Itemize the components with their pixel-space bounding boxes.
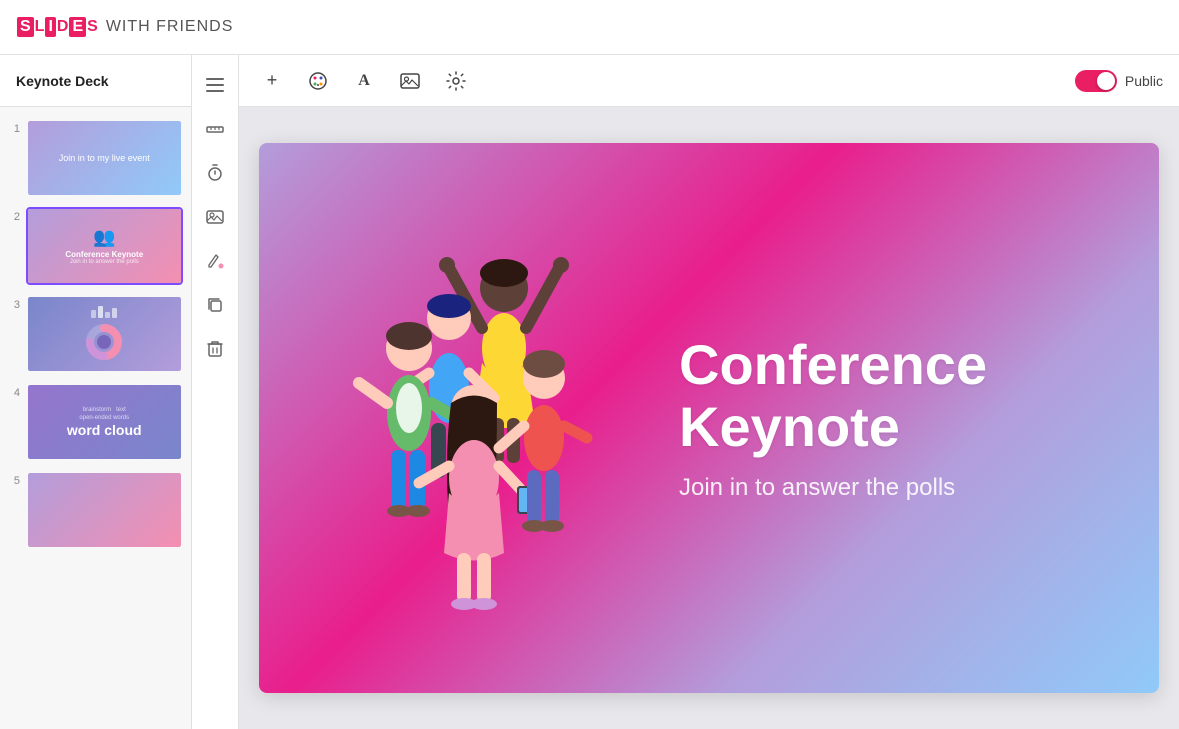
- slide-2-content: 👥 Conference Keynote Join in to answer t…: [28, 209, 181, 283]
- public-label: Public: [1125, 73, 1163, 89]
- slide-thumb-3[interactable]: [26, 295, 183, 373]
- deck-title: Keynote Deck: [0, 55, 191, 107]
- thumb-inner-2: 👥 Conference Keynote Join in to answer t…: [28, 209, 181, 283]
- content-area: + A: [239, 55, 1179, 729]
- slide-number-2: 2: [8, 211, 20, 223]
- logo-l: L: [35, 18, 45, 36]
- deck-sidebar: Keynote Deck 1 Join in to my live event …: [0, 55, 192, 729]
- fill-icon[interactable]: [197, 243, 233, 279]
- slide-canvas-area: Conference Keynote Join in to answer the…: [239, 107, 1179, 729]
- thumb-inner-5: [28, 473, 181, 547]
- slide-3-content: [28, 297, 181, 371]
- hamburger-icon[interactable]: [197, 67, 233, 103]
- content-toolbar: + A: [239, 55, 1179, 107]
- slide-item-2[interactable]: 2 👥 Conference Keynote Join in to answer…: [8, 207, 183, 285]
- slide-4-content: brainstorm textopen-ended words word clo…: [28, 385, 181, 459]
- slide-2-people-icon: 👥: [93, 227, 115, 248]
- toggle-knob: [1097, 72, 1115, 90]
- duplicate-icon[interactable]: [197, 287, 233, 323]
- slide-main-title: Conference Keynote: [679, 334, 1099, 457]
- slide-item-5[interactable]: 5: [8, 471, 183, 549]
- logo-e: E: [69, 17, 86, 37]
- slide-thumb-4[interactable]: brainstorm textopen-ended words word clo…: [26, 383, 183, 461]
- slide-1-text: Join in to my live event: [55, 149, 154, 167]
- center-toolbar: [192, 55, 239, 729]
- slide-illustration: [319, 208, 639, 628]
- logo: S L I D E S WITH FRIENDS: [16, 17, 233, 37]
- slide-thumb-5[interactable]: [26, 471, 183, 549]
- add-button[interactable]: +: [255, 64, 289, 98]
- timer-icon[interactable]: [197, 155, 233, 191]
- donut-chart: [84, 322, 124, 362]
- slide-2-sub: Join in to answer the polls: [70, 259, 139, 265]
- logo-s2: S: [87, 18, 98, 36]
- main-area: Keynote Deck 1 Join in to my live event …: [0, 55, 1179, 729]
- toggle-container: Public: [1075, 70, 1163, 92]
- people-illustration: [319, 208, 619, 628]
- logo-s: S: [17, 17, 34, 37]
- thumb-inner-4: brainstorm textopen-ended words word clo…: [28, 385, 181, 459]
- slides-list: 1 Join in to my live event 2 👥 Conferenc…: [0, 107, 191, 729]
- slide-item-3[interactable]: 3: [8, 295, 183, 373]
- slide-2-title: Conference Keynote: [65, 250, 143, 259]
- word-cloud-main: word cloud: [67, 422, 142, 438]
- slide-item-4[interactable]: 4 brainstorm textopen-ended words word c…: [8, 383, 183, 461]
- public-toggle[interactable]: [1075, 70, 1117, 92]
- slide-content: Conference Keynote Join in to answer the…: [259, 143, 1159, 693]
- top-bar: S L I D E S WITH FRIENDS: [0, 0, 1179, 55]
- slide-number-3: 3: [8, 299, 20, 311]
- slide-number-1: 1: [8, 123, 20, 135]
- slide-text: Conference Keynote Join in to answer the…: [639, 334, 1099, 501]
- slide-canvas: Conference Keynote Join in to answer the…: [259, 143, 1159, 693]
- image-button[interactable]: [393, 64, 427, 98]
- logo-d: D: [57, 18, 69, 36]
- slide-subtitle: Join in to answer the polls: [679, 474, 1099, 502]
- palette-button[interactable]: [301, 64, 335, 98]
- logo-with-friends: WITH FRIENDS: [106, 18, 234, 36]
- slide-item-1[interactable]: 1 Join in to my live event: [8, 119, 183, 197]
- word-cloud-small: brainstorm textopen-ended words: [79, 406, 129, 423]
- delete-icon[interactable]: [197, 331, 233, 367]
- slide-number-5: 5: [8, 475, 20, 487]
- slide-title-text: Conference Keynote: [679, 333, 987, 458]
- ruler-icon[interactable]: [197, 111, 233, 147]
- image-icon[interactable]: [197, 199, 233, 235]
- mini-chart-bars: [91, 306, 117, 318]
- logo-i: I: [45, 17, 55, 37]
- thumb-inner-1: Join in to my live event: [28, 121, 181, 195]
- thumb-inner-3: [28, 297, 181, 371]
- text-button[interactable]: A: [347, 64, 381, 98]
- logo-slides-word: S L I D E S: [16, 17, 98, 37]
- settings-button[interactable]: [439, 64, 473, 98]
- slide-number-4: 4: [8, 387, 20, 399]
- slide-thumb-1[interactable]: Join in to my live event: [26, 119, 183, 197]
- slide-thumb-2[interactable]: 👥 Conference Keynote Join in to answer t…: [26, 207, 183, 285]
